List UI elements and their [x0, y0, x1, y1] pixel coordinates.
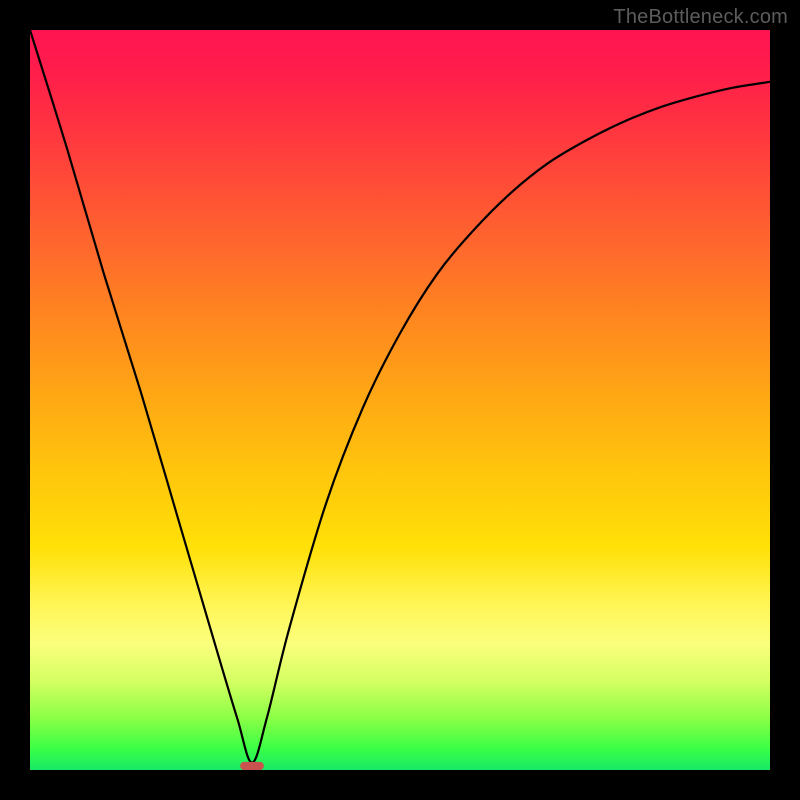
gradient-plot-area	[30, 30, 770, 770]
chart-frame: TheBottleneck.com	[0, 0, 800, 800]
minimum-marker	[240, 762, 264, 770]
watermark-text: TheBottleneck.com	[613, 6, 788, 29]
bottleneck-curve-svg	[30, 30, 770, 770]
bottleneck-curve-path	[30, 30, 770, 763]
